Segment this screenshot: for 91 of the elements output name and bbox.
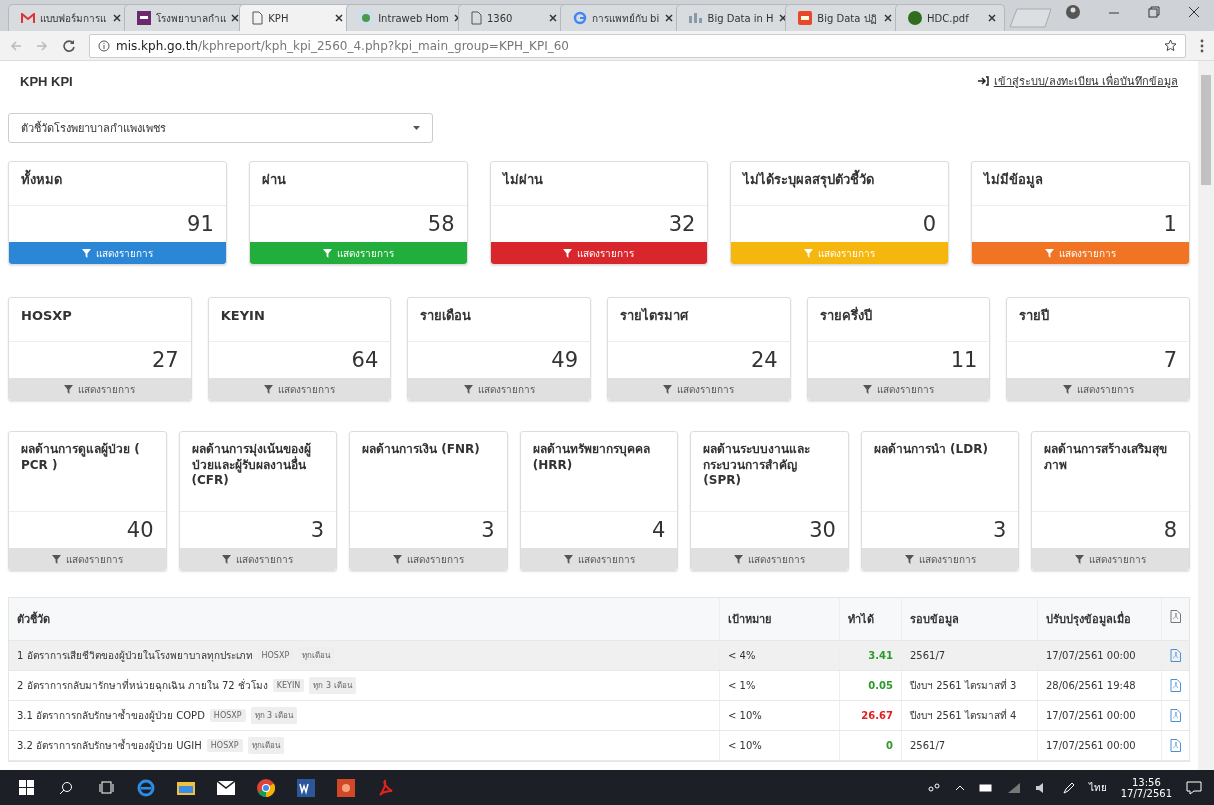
card-title: ไม่ผ่าน	[490, 162, 708, 206]
table-cell: ปีงบฯ 2561 ไตรมาสที่ 4	[901, 701, 1037, 730]
column-header: ทำได้	[839, 598, 901, 640]
show-list-button[interactable]: แสดงรายการ	[408, 378, 590, 400]
column-header: ปรับปรุงข้อมูลเมื่อ	[1037, 598, 1161, 640]
table-cell: 2561/7	[901, 731, 1037, 760]
card-count: 4	[650, 517, 667, 544]
card-title: ผลด้านการสร้างเสริมสุขภาพ	[1032, 432, 1190, 512]
card-title: ไม่มีข้อมูล	[972, 162, 1189, 206]
url-path: /kphreport/kph_kpi_2560_4.php?kpi_main_group=KPH_KPI_60	[197, 38, 569, 53]
card-count: 3	[309, 517, 326, 544]
result-value: 0.05	[868, 680, 893, 691]
table-cell: 2561/7	[901, 641, 1037, 670]
result-value: 3.41	[868, 650, 893, 661]
show-list-button[interactable]: แสดงรายการ	[807, 378, 990, 400]
card-count: 27	[150, 347, 180, 374]
card-title: รายปี	[1007, 298, 1190, 342]
show-list-button[interactable]: แสดงรายการ	[490, 242, 708, 264]
table-cell: 17/07/2561 00:00	[1037, 641, 1161, 670]
card-title: ผลด้านการดูแลผู้ป่วย ( PCR )	[9, 432, 166, 512]
frequency-tag: ทุกเดือน	[247, 737, 284, 754]
show-list-button[interactable]: แสดงรายการ	[691, 548, 848, 570]
frequency-tag: ทุก 3 เดือน	[250, 707, 297, 724]
table-cell: 17/07/2561 00:00	[1037, 701, 1161, 730]
card-count: 3	[480, 517, 496, 544]
table-cell: ปีงบฯ 2561 ไตรมาสที่ 3	[901, 671, 1037, 700]
card-title: รายไตรมาศ	[608, 298, 790, 342]
card-title: KEYIN	[208, 298, 391, 342]
show-list-button[interactable]: แสดงรายการ	[350, 548, 507, 570]
result-value: 0	[886, 740, 893, 751]
card-title: ผลด้านระบบงานและกระบวนการสำคัญ (SPR)	[691, 432, 848, 512]
card-title: ผ่าน	[249, 162, 467, 206]
clock[interactable]: 13:56 17/7/2561	[1120, 776, 1172, 799]
card-count: 11	[949, 347, 979, 374]
column-header: รอบข้อมูล	[901, 598, 1037, 640]
card-title: ผลด้านการเงิน (FNR)	[350, 432, 507, 512]
source-tag: KEYIN	[272, 679, 305, 692]
card-title: รายเดือน	[408, 298, 590, 342]
frequency-tag: ทุก 3 เดือน	[309, 677, 356, 694]
card-count: 7	[1162, 347, 1179, 374]
language-indicator[interactable]: ไทย	[1088, 780, 1107, 795]
source-tag: HOSXP	[209, 709, 246, 722]
address-bar[interactable]: mis.kph.go.th/kphreport/kph_kpi_2560_4.php?kpi_main_group=KPH_KPI_60	[89, 33, 1186, 58]
card-count: 49	[550, 347, 579, 374]
table-cell: < 10%	[719, 731, 839, 760]
indicator-name[interactable]: 3.1 อัตราการกลับรักษาซ้ำของผู้ป่วย COPD	[17, 708, 205, 723]
card-title: HOSXP	[9, 298, 191, 342]
card-count: 40	[125, 517, 155, 544]
table-cell: < 4%	[719, 641, 839, 670]
browser-tab[interactable]: HDC.pdf	[895, 4, 1005, 31]
card-count: 24	[749, 347, 779, 374]
card-count: 91	[186, 211, 215, 238]
card-count: 64	[350, 347, 380, 374]
card-count: 3	[992, 517, 1008, 544]
show-list-button[interactable]: แสดงรายการ	[9, 548, 166, 570]
card-count: 32	[667, 211, 697, 238]
table-cell: < 10%	[719, 701, 839, 730]
card-title: ผลด้านการมุ่งเน้นของผู้ป่วยและผู้รับผลงานอื่น (CFR)	[179, 432, 337, 512]
card-count: 1	[1162, 211, 1178, 238]
login-link[interactable]: เข้าสู่ระบบ/ลงทะเบียน เพื่อบันทึกข้อมูล	[977, 72, 1178, 90]
show-list-button[interactable]: แสดงรายการ	[861, 548, 1019, 570]
card-count: 58	[426, 211, 456, 238]
show-list-button[interactable]: แสดงรายการ	[9, 378, 191, 400]
site-title: KPH KPI	[20, 73, 73, 89]
card-title: ผลด้านการนำ (LDR)	[861, 432, 1019, 512]
card-count: 30	[808, 517, 837, 544]
group-select[interactable]: ตัวชี้วัดโรงพยาบาลกำแพงเพชร	[8, 113, 433, 143]
column-header: เป้าหมาย	[719, 598, 839, 640]
card-count: 0	[921, 211, 938, 238]
card-title: ไม่ได้ระบุผลสรุปตัวชี้วัด	[731, 162, 949, 206]
result-value: 26.67	[861, 710, 893, 721]
url-host: mis.kph.go.th	[116, 38, 198, 53]
column-header: ตัวชี้วัด	[16, 610, 51, 628]
show-list-button[interactable]: แสดงรายการ	[1032, 548, 1190, 570]
indicator-name[interactable]: 1 อัตราการเสียชีวิตของผู้ป่วยในโรงพยาบาลทุกประเภท	[17, 648, 253, 663]
card-count: 8	[1162, 517, 1179, 544]
table-cell: 28/06/2561 19:48	[1037, 671, 1161, 700]
indicator-name[interactable]: 2 อัตราการกลับมารักษาที่หน่วยฉุกเฉิน ภายใน 72 ชั่วโมง	[17, 678, 268, 693]
show-list-button[interactable]: แสดงรายการ	[179, 548, 337, 570]
show-list-button[interactable]: แสดงรายการ	[1007, 378, 1190, 400]
show-list-button[interactable]: แสดงรายการ	[608, 378, 790, 400]
indicator-name[interactable]: 3.2 อัตราการกลับรักษาซ้ำของผู้ป่วย UGIH	[17, 738, 202, 753]
table-cell: < 1%	[719, 671, 839, 700]
show-list-button[interactable]: แสดงรายการ	[520, 548, 678, 570]
table-cell: 17/07/2561 00:00	[1037, 731, 1161, 760]
card-title: ผลด้านทรัพยากรบุคคล (HRR)	[520, 432, 678, 512]
show-list-button[interactable]: แสดงรายการ	[208, 378, 391, 400]
source-tag: HOSXP	[206, 739, 243, 752]
card-title: รายครึ่งปี	[807, 298, 990, 342]
show-list-button[interactable]: แสดงรายการ	[9, 242, 226, 264]
card-title: ทั้งหมด	[9, 162, 226, 206]
